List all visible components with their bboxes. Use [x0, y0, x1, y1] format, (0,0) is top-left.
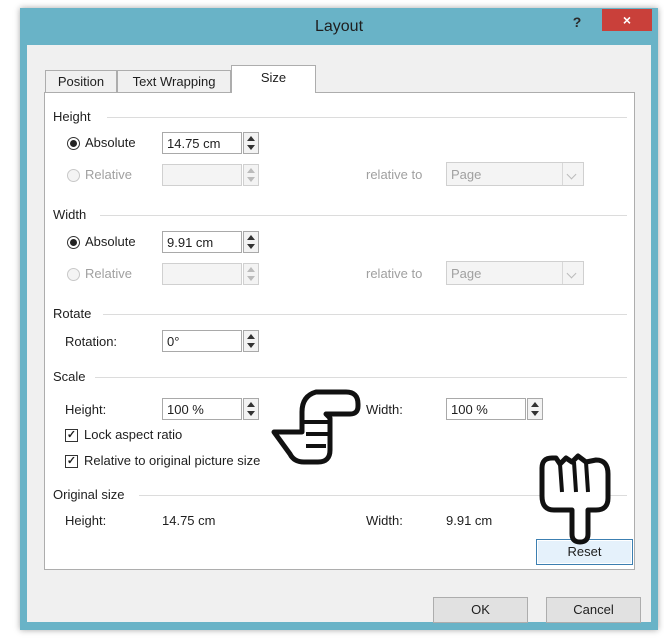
height-relative-to-select[interactable]: Page	[446, 162, 584, 186]
scale-height-spinner[interactable]	[243, 398, 259, 420]
rotate-section-divider	[103, 314, 627, 315]
window-title: Layout	[314, 18, 364, 35]
rotation-label: Rotation:	[65, 334, 118, 349]
scale-section-divider	[95, 377, 627, 378]
close-button[interactable]: ×	[602, 9, 652, 31]
height-section-divider	[107, 117, 627, 118]
rotation-input[interactable]: 0°	[162, 330, 242, 352]
height-relative-radio[interactable]	[67, 169, 80, 182]
hand-pointing-right-icon	[271, 389, 361, 465]
chevron-down-icon	[562, 262, 583, 284]
cancel-button[interactable]: Cancel	[546, 597, 641, 623]
width-absolute-input[interactable]: 9.91 cm	[162, 231, 242, 253]
title-bar: Layout ? ×	[20, 8, 658, 46]
tab-position[interactable]: Position	[45, 70, 117, 92]
width-section-title: Width	[53, 207, 87, 222]
width-absolute-radio[interactable]	[67, 236, 80, 249]
original-width-label: Width:	[366, 513, 403, 528]
width-section-divider	[100, 215, 627, 216]
original-height-value: 14.75 cm	[162, 513, 216, 528]
width-relative-label: Relative	[85, 266, 132, 281]
scale-height-input[interactable]: 100 %	[162, 398, 242, 420]
original-height-label: Height:	[65, 513, 107, 528]
lock-aspect-checkbox[interactable]: ✓	[65, 429, 78, 442]
original-size-section-title: Original size	[53, 487, 125, 502]
lock-aspect-label: Lock aspect ratio	[84, 427, 183, 442]
rotate-section-title: Rotate	[53, 306, 92, 321]
height-relative-label: Relative	[85, 167, 132, 182]
original-width-value: 9.91 cm	[446, 513, 493, 528]
height-absolute-input[interactable]: 14.75 cm	[162, 132, 242, 154]
height-absolute-spinner[interactable]	[243, 132, 259, 154]
width-relative-to-select[interactable]: Page	[446, 261, 584, 285]
tab-size[interactable]: Size	[231, 65, 316, 93]
scale-width-spinner[interactable]	[527, 398, 543, 420]
rotation-spinner[interactable]	[243, 330, 259, 352]
height-relative-input[interactable]	[162, 164, 242, 186]
width-relative-to-label: relative to	[366, 266, 423, 281]
relative-original-label: Relative to original picture size	[84, 453, 261, 468]
scale-width-input[interactable]: 100 %	[446, 398, 526, 420]
ok-button[interactable]: OK	[433, 597, 528, 623]
scale-width-label: Width:	[366, 402, 403, 417]
height-absolute-radio[interactable]	[67, 137, 80, 150]
scale-height-label: Height:	[65, 402, 107, 417]
tab-text-wrapping[interactable]: Text Wrapping	[117, 70, 231, 92]
scale-section-title: Scale	[53, 369, 86, 384]
height-relative-spinner[interactable]	[243, 164, 259, 186]
width-relative-radio[interactable]	[67, 268, 80, 281]
relative-original-checkbox[interactable]: ✓	[65, 455, 78, 468]
width-absolute-label: Absolute	[85, 234, 136, 249]
hand-pointing-down-icon	[539, 453, 611, 545]
width-relative-spinner[interactable]	[243, 263, 259, 285]
height-relative-to-value: Page	[451, 167, 482, 182]
width-relative-input[interactable]	[162, 263, 242, 285]
height-absolute-label: Absolute	[85, 135, 136, 150]
width-relative-to-value: Page	[451, 266, 482, 281]
chevron-down-icon	[562, 163, 583, 185]
help-button[interactable]: ?	[569, 14, 585, 32]
height-relative-to-label: relative to	[366, 167, 423, 182]
width-absolute-spinner[interactable]	[243, 231, 259, 253]
height-section-title: Height	[53, 109, 91, 124]
